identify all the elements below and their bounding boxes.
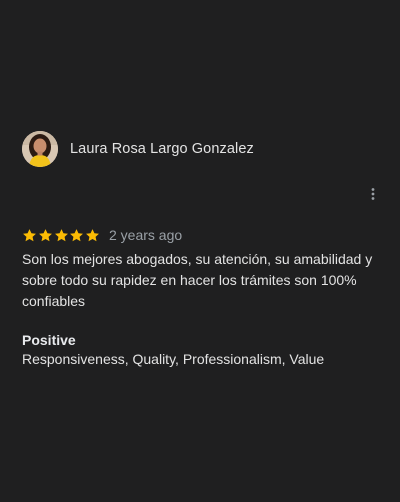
rating-row: 2 years ago xyxy=(22,225,182,245)
star-icon xyxy=(54,228,68,241)
attribute-title: Positive xyxy=(22,332,76,348)
reviewer-header[interactable]: Laura Rosa Largo Gonzalez xyxy=(22,131,254,167)
star-rating xyxy=(22,228,101,243)
review-date: 2 years ago xyxy=(108,227,183,243)
more-options-button[interactable] xyxy=(363,184,383,204)
review-card: Laura Rosa Largo Gonzalez 2 years ago So… xyxy=(0,0,400,502)
review-text: Son los mejores abogados, su atención, s… xyxy=(22,251,373,309)
star-icon xyxy=(23,228,36,241)
reviewer-name[interactable]: Laura Rosa Largo Gonzalez xyxy=(70,141,254,157)
avatar[interactable] xyxy=(22,131,58,167)
attribute-values: Responsiveness, Quality, Professionalism… xyxy=(22,351,325,367)
vertical-ellipsis-icon xyxy=(371,188,375,200)
avatar-image xyxy=(22,131,58,167)
star-icon xyxy=(70,228,84,241)
star-icon xyxy=(86,228,100,241)
star-icon xyxy=(38,228,52,241)
